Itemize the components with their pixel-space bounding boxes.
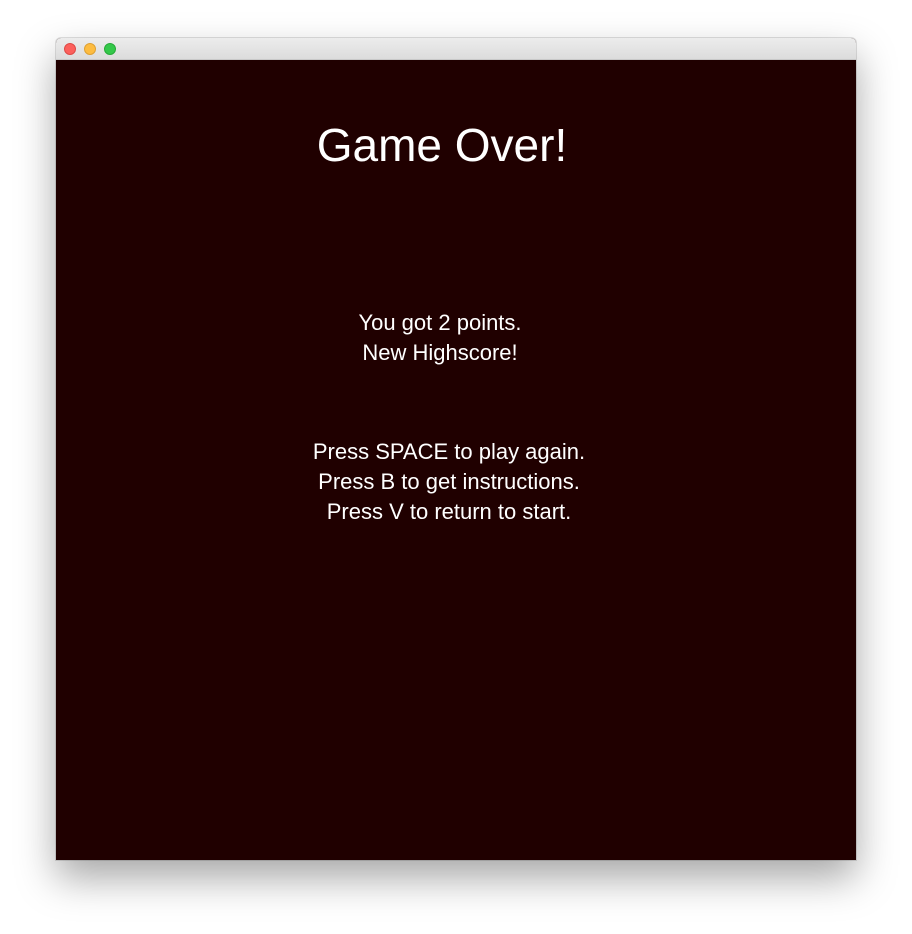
close-icon[interactable]	[64, 43, 76, 55]
instruction-return-to-start: Press V to return to start.	[326, 499, 572, 524]
instruction-play-again: Press SPACE to play again.	[312, 439, 586, 464]
minimize-icon[interactable]	[84, 43, 96, 55]
highscore-message: New Highscore!	[362, 340, 518, 365]
game-window: Game Over! You got 2 points. New Highsco…	[56, 38, 856, 860]
window-titlebar[interactable]	[56, 38, 856, 60]
game-over-title: Game Over!	[316, 119, 568, 171]
score-message: You got 2 points.	[358, 310, 522, 335]
maximize-icon[interactable]	[104, 43, 116, 55]
game-canvas[interactable]: Game Over! You got 2 points. New Highsco…	[56, 60, 856, 860]
instruction-get-instructions: Press B to get instructions.	[318, 469, 580, 494]
